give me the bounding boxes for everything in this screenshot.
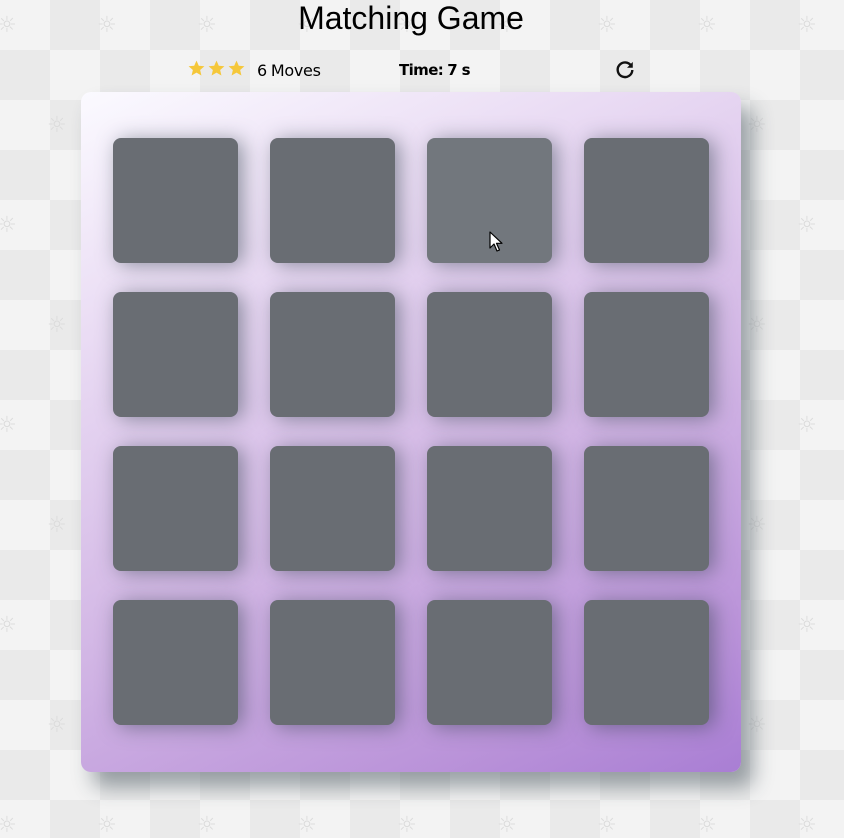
card-deck <box>81 92 741 772</box>
sun-icon: ☼ <box>747 513 767 538</box>
sun-icon: ☼ <box>47 113 67 138</box>
sun-icon: ☼ <box>747 113 767 138</box>
restart-icon[interactable] <box>614 59 636 81</box>
card[interactable] <box>113 600 238 725</box>
sun-icon: ☼ <box>497 813 517 838</box>
sun-icon: ☼ <box>397 813 417 838</box>
sun-icon: ☼ <box>0 813 17 838</box>
card[interactable] <box>270 446 395 571</box>
sun-icon: ☼ <box>797 813 817 838</box>
sun-icon: ☼ <box>47 313 67 338</box>
sun-icon: ☼ <box>797 413 817 438</box>
card[interactable] <box>113 446 238 571</box>
card[interactable] <box>270 600 395 725</box>
card[interactable] <box>584 446 709 571</box>
card[interactable] <box>427 446 552 571</box>
star-icon <box>208 60 225 76</box>
card[interactable] <box>113 138 238 263</box>
score-panel: 6 Moves Time: 7 s <box>187 58 647 84</box>
moves-label: Moves <box>270 61 321 80</box>
sun-icon: ☼ <box>47 713 67 738</box>
sun-icon: ☼ <box>197 813 217 838</box>
timer-label: Time: <box>399 61 444 79</box>
star-rating <box>187 59 246 78</box>
star-icon <box>228 60 245 76</box>
card[interactable] <box>584 600 709 725</box>
star-icon <box>188 60 205 76</box>
sun-icon: ☼ <box>797 613 817 638</box>
card[interactable] <box>427 292 552 417</box>
sun-icon: ☼ <box>697 813 717 838</box>
card[interactable] <box>584 138 709 263</box>
sun-icon: ☼ <box>597 813 617 838</box>
sun-icon: ☼ <box>0 613 17 638</box>
sun-icon: ☼ <box>97 813 117 838</box>
card[interactable] <box>270 292 395 417</box>
timer: Time: 7 s <box>399 61 471 79</box>
sun-icon: ☼ <box>797 213 817 238</box>
sun-icon: ☼ <box>47 513 67 538</box>
moves-count: 6 <box>257 61 267 80</box>
sun-icon: ☼ <box>747 313 767 338</box>
sun-icon: ☼ <box>0 413 17 438</box>
card[interactable] <box>113 292 238 417</box>
card[interactable] <box>270 138 395 263</box>
mouse-cursor-icon <box>489 231 503 252</box>
page-title: Matching Game <box>298 0 524 36</box>
sun-icon: ☼ <box>747 713 767 738</box>
card[interactable] <box>584 292 709 417</box>
sun-icon: ☼ <box>297 813 317 838</box>
card[interactable] <box>427 600 552 725</box>
sun-icon: ☼ <box>0 213 17 238</box>
timer-value: 7 s <box>447 61 470 79</box>
moves-counter: 6 Moves <box>257 61 321 80</box>
